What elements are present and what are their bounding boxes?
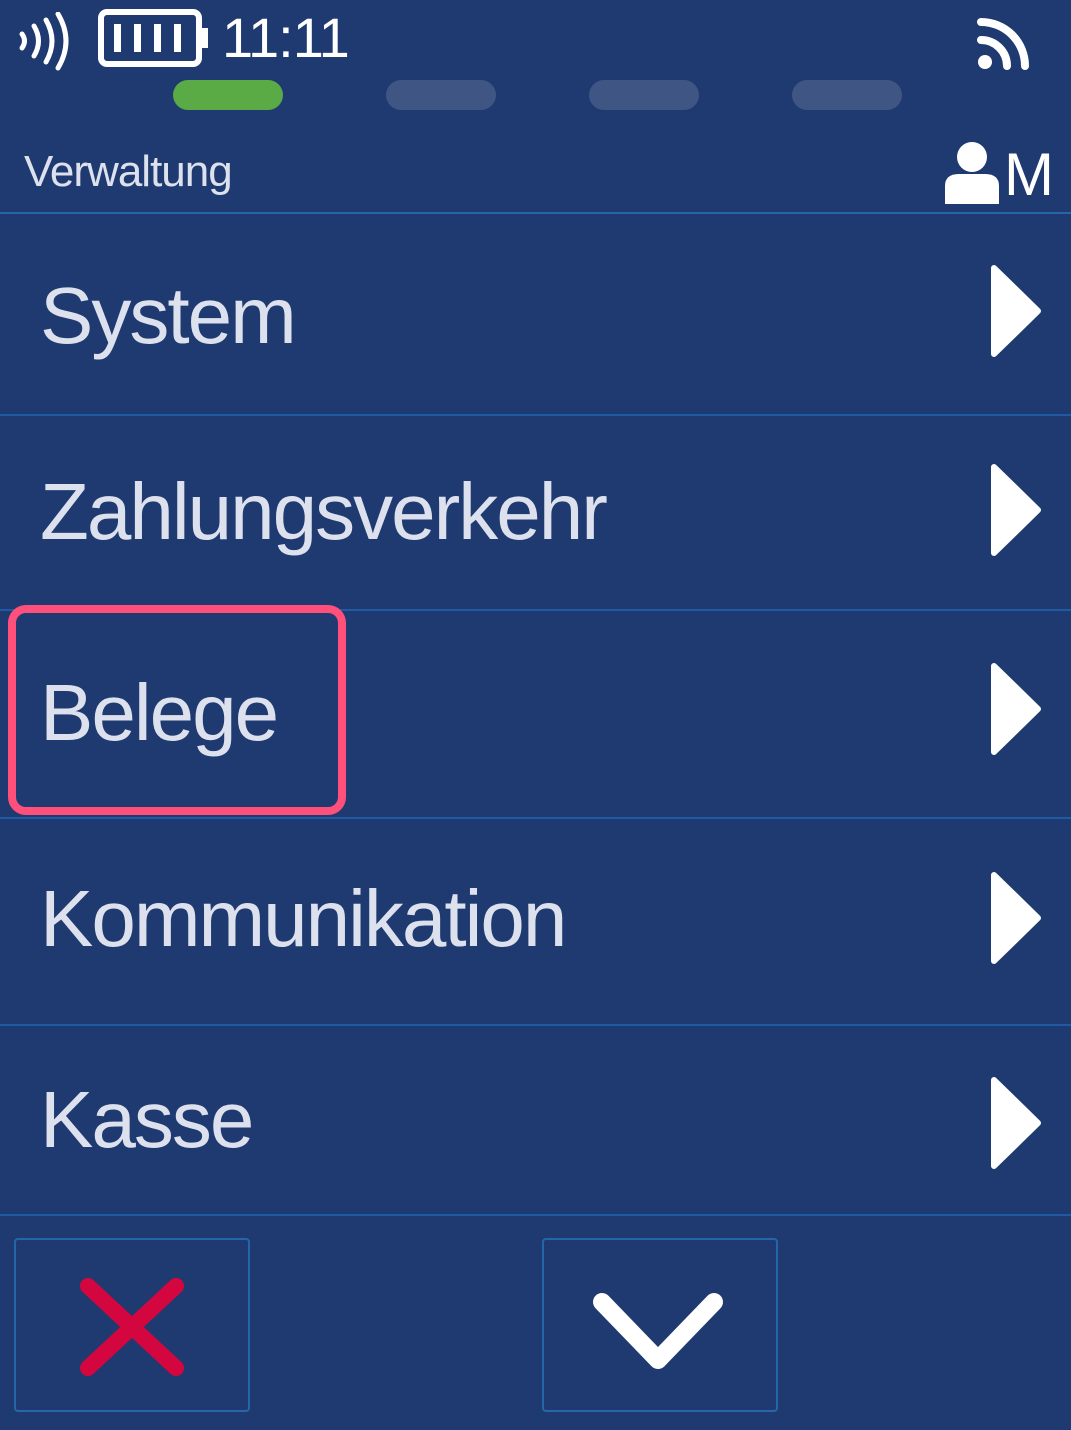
menu-item-label: Kasse — [40, 1075, 254, 1164]
menu-item-zahlungsverkehr[interactable]: Zahlungsverkehr — [0, 416, 1071, 611]
step-pill — [792, 80, 902, 110]
chevron-right-icon — [991, 663, 1041, 755]
chevron-right-icon — [991, 872, 1041, 964]
close-x-icon — [80, 1278, 184, 1376]
menu-item-kasse[interactable]: Kasse — [0, 1026, 1071, 1216]
chevron-right-icon — [991, 464, 1041, 556]
menu-item-label: System — [40, 271, 297, 360]
step-pill — [386, 80, 496, 110]
wifi-signal-icon — [977, 18, 1029, 70]
step-pill — [589, 80, 699, 110]
scroll-down-button[interactable] — [542, 1238, 778, 1412]
chevron-right-icon — [991, 1077, 1041, 1169]
menu-item-label: Kommunikation — [40, 874, 567, 963]
header-bar: Verwaltung M — [0, 130, 1071, 214]
status-clock: 11:11 — [222, 6, 350, 69]
step-indicator — [0, 80, 1071, 110]
status-bar: 11:11 — [0, 0, 1071, 80]
menu-item-kommunikation[interactable]: Kommunikation — [0, 819, 1071, 1026]
step-pill-active — [173, 80, 283, 110]
menu-item-label: Belege — [40, 668, 279, 757]
menu-item-system[interactable]: System — [0, 214, 1071, 416]
cancel-button[interactable] — [14, 1238, 250, 1412]
page-title: Verwaltung — [24, 147, 233, 196]
nfc-contactless-icon — [19, 12, 69, 71]
user-icon — [945, 142, 999, 204]
user-initial: M — [1004, 141, 1054, 208]
menu-item-belege[interactable]: Belege — [0, 611, 1071, 819]
chevron-down-icon — [593, 1293, 723, 1369]
menu-item-label: Zahlungsverkehr — [40, 467, 608, 556]
chevron-right-icon — [991, 265, 1041, 357]
menu-list: System Zahlungsverkehr Belege Kommunikat… — [0, 214, 1071, 1216]
battery-icon — [98, 9, 208, 67]
